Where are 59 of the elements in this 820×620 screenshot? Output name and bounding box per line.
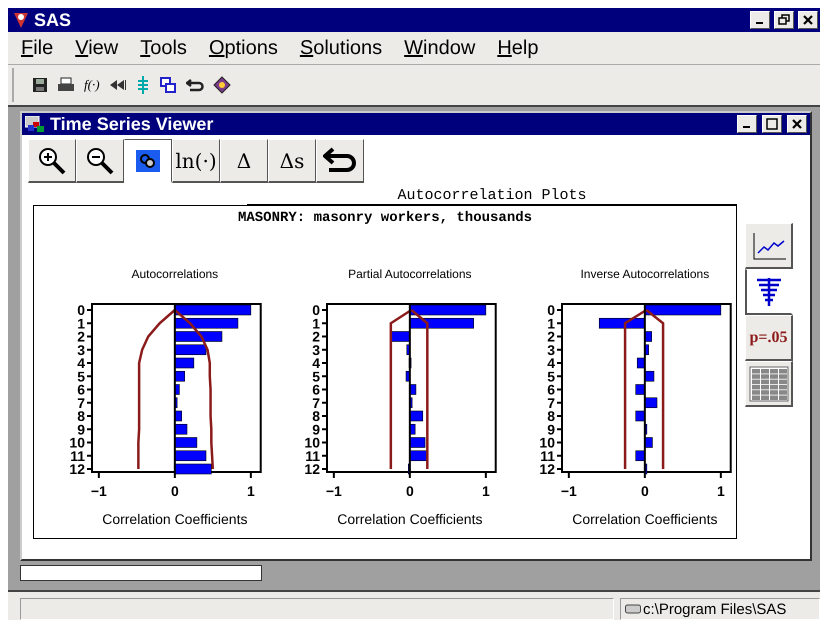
lag-label: 5: [77, 368, 85, 384]
lag-label: 2: [312, 328, 320, 344]
lag-label: 1: [312, 315, 320, 332]
lag-label: 7: [312, 394, 320, 411]
lag-label: 11: [70, 448, 85, 464]
lag-label: 10: [69, 434, 85, 450]
lag-label: 6: [77, 382, 85, 398]
tick-label: 0: [170, 483, 179, 499]
lag-label: 6: [312, 382, 320, 398]
lag-label: 1: [77, 315, 85, 332]
lag-label: 7: [77, 394, 85, 411]
chart-title: Partial Autocorrelations: [348, 267, 472, 281]
path-text: c:\Program Files\SAS: [643, 600, 786, 618]
tick-label: 1: [716, 483, 725, 499]
lag-label: 12: [539, 461, 555, 477]
lag-label: 10: [304, 434, 320, 450]
lag-label: 0: [77, 302, 85, 318]
lag-label: 0: [312, 302, 320, 318]
lag-label: 9: [312, 421, 320, 438]
lag-label: 5: [312, 368, 320, 384]
lag-label: 11: [305, 448, 320, 464]
axis-label: Correlation Coefficients: [572, 511, 718, 527]
window-title: Time Series Viewer: [50, 114, 214, 134]
tick-label: 1: [482, 483, 490, 499]
lag-label: 11: [540, 448, 555, 464]
lag-label: 10: [539, 434, 555, 450]
window-title: SAS: [34, 10, 72, 30]
chart-title: Autocorrelations: [131, 267, 218, 281]
lag-label: 3: [547, 342, 555, 358]
lag-label: 4: [547, 355, 555, 371]
axis-label: Correlation Coefficients: [102, 511, 248, 527]
lag-label: 7: [547, 394, 555, 411]
axis-label: Correlation Coefficients: [337, 511, 482, 527]
lag-label: 0: [547, 302, 555, 318]
lag-label: 3: [77, 342, 85, 358]
lag-label: 5: [547, 368, 555, 384]
lag-label: 2: [547, 328, 555, 344]
lag-label: 3: [312, 342, 320, 358]
tick-label: 0: [406, 483, 414, 499]
tick-label: −1: [560, 483, 577, 499]
lag-label: 9: [77, 421, 85, 438]
lag-label: 9: [547, 421, 555, 438]
tick-label: 0: [640, 483, 649, 499]
chart-title: Inverse Autocorrelations: [580, 267, 710, 281]
tick-label: −1: [326, 483, 342, 499]
lag-label: 12: [304, 461, 320, 477]
lag-label: 1: [547, 315, 555, 332]
section-title: Autocorrelation Plots: [247, 187, 737, 205]
lag-label: 8: [77, 408, 85, 424]
series-title: MASONRY: masonry workers, thousands: [238, 210, 532, 226]
lag-label: 4: [312, 355, 320, 371]
lag-label: 8: [312, 408, 320, 424]
lag-label: 2: [77, 328, 85, 344]
tick-label: −1: [90, 483, 107, 499]
lag-label: 6: [547, 382, 555, 398]
lag-label: 12: [69, 461, 85, 477]
lag-label: 4: [77, 355, 85, 371]
lag-label: 8: [547, 408, 555, 424]
tick-label: 1: [246, 483, 255, 499]
